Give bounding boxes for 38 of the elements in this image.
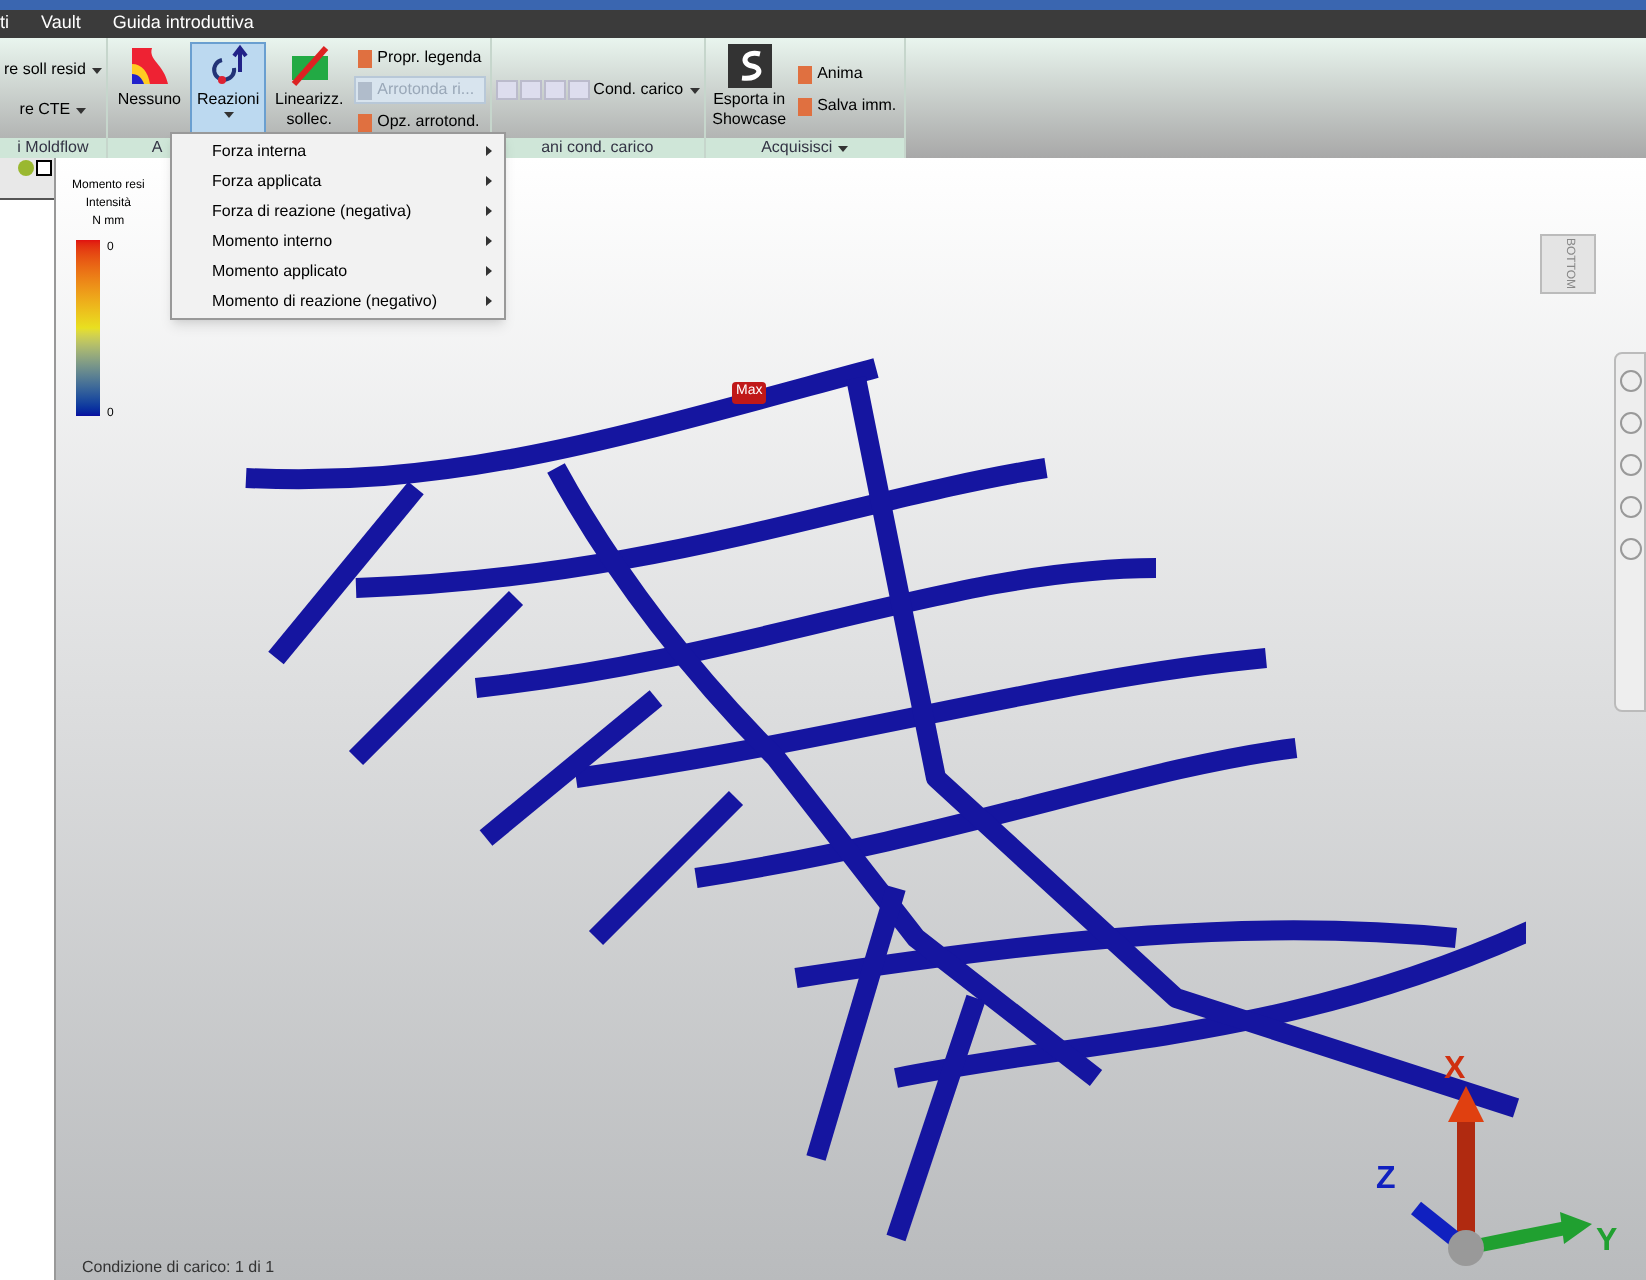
showcase-icon (727, 44, 772, 88)
ribbon-button[interactable]: Reazioni (190, 42, 266, 138)
ribbon-button[interactable]: Nessuno (111, 42, 187, 138)
ribbon-button[interactable]: Salva imm. (793, 92, 901, 120)
reaction-arrows-icon (206, 44, 251, 88)
submenu-arrow-icon (486, 176, 492, 186)
axis-triad-drawing: X Y Z (1364, 1038, 1634, 1266)
group-label: Acquisisci (705, 138, 905, 158)
menu-item[interactable]: ti (0, 10, 9, 38)
caret-icon (223, 112, 234, 118)
menu-item[interactable]: Forza di reazione (negativa) (172, 196, 504, 226)
dropdown-button[interactable]: re soll resid (4, 58, 102, 82)
menu-item[interactable]: Forza applicata (172, 166, 504, 196)
submenu-arrow-icon (486, 146, 492, 156)
submenu-arrow-icon (486, 206, 492, 216)
dropdown-button[interactable]: re CTE (19, 98, 87, 122)
group-label: i Moldflow (0, 138, 106, 158)
contour-icon (127, 44, 172, 88)
ribbon-button[interactable]: Opz. arrotond. (353, 108, 486, 136)
ribbon-button[interactable]: Anima (793, 60, 901, 88)
submenu-arrow-icon (486, 266, 492, 276)
ribbon-button[interactable]: Propr. legenda (353, 44, 486, 72)
menu-item[interactable]: Momento applicato (172, 256, 504, 286)
menu-item[interactable]: Guida introduttiva (112, 10, 254, 38)
menu-item[interactable]: Momento di reazione (negativo) (172, 286, 504, 316)
play-icon[interactable] (543, 80, 566, 100)
dropdown-button[interactable]: Cond. carico (593, 78, 700, 102)
first-icon[interactable] (495, 80, 518, 100)
ribbon-button[interactable]: Esporta in Showcase (709, 42, 790, 138)
last-icon[interactable] (567, 80, 590, 100)
submenu-arrow-icon (486, 236, 492, 246)
menu-item[interactable]: Vault (41, 10, 81, 38)
close-icon[interactable] (36, 160, 52, 176)
submenu-arrow-icon (486, 296, 492, 306)
previous-icon[interactable] (519, 80, 542, 100)
menu-item[interactable]: Momento interno (172, 226, 504, 256)
status-text: Condizione di carico: 1 di 1 (82, 1256, 275, 1280)
linearize-icon (287, 44, 332, 88)
